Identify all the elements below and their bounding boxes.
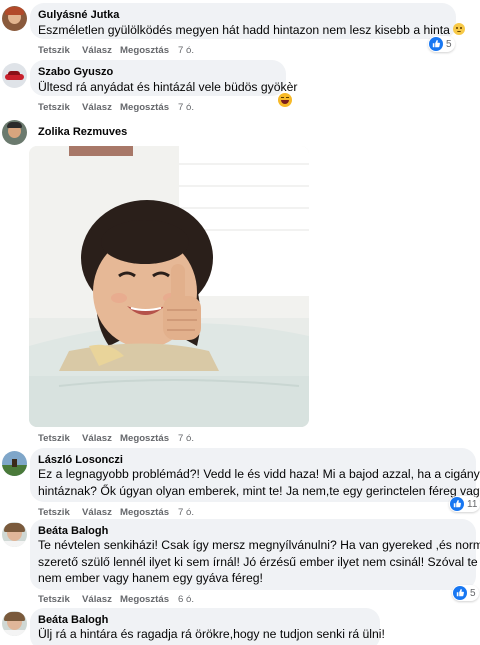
baby-thumbs-up-gif[interactable] (29, 146, 309, 427)
reply-link[interactable]: Válasz (82, 102, 112, 113)
comment-bubble: László Losonczi Ez a legnagyobb problémá… (30, 448, 480, 502)
share-link[interactable]: Megosztás (120, 102, 169, 113)
reaction-badge[interactable]: 11 (449, 496, 480, 512)
comment-bubble: Gulyásné Jutka Eszméletlen gyülölködés m… (30, 3, 465, 39)
reaction-badge[interactable]: 5 (428, 36, 455, 52)
comment-text: Te névtelen senkiházi! Csak így mersz me… (38, 537, 480, 587)
sad-emoji-icon (452, 23, 465, 35)
comment-actions: Tetszik Válasz Megosztás 7 ó. (38, 102, 238, 114)
reaction-count: 11 (467, 498, 478, 510)
reaction-count: 5 (470, 587, 476, 599)
comment-text-line: Ez a legnagyobb problémád?! Vedd le és v… (38, 467, 480, 481)
laughing-emoji-icon (278, 93, 292, 107)
share-link[interactable]: Megosztás (120, 594, 169, 605)
comment-bubble: Szabo Gyuszo Ültesd rá anyádat és hintáz… (30, 60, 297, 96)
avatar[interactable] (2, 6, 27, 31)
comment-bubble: Beáta Balogh Ülj rá a hintára és ragadja… (30, 608, 385, 645)
comment-timestamp[interactable]: 7 ó. (178, 45, 194, 56)
like-link[interactable]: Tetszik (38, 433, 70, 444)
avatar[interactable] (2, 451, 27, 476)
comment-timestamp[interactable]: 7 ó. (178, 102, 194, 113)
comment-author[interactable]: Beáta Balogh (38, 525, 108, 537)
like-icon (450, 497, 464, 511)
comment-text: Eszméletlen gyülölködés megyen hát hadd … (38, 22, 465, 39)
comment-actions: Tetszik Válasz Megosztás 6 ó. (38, 594, 238, 606)
comment-actions: Tetszik Válasz Megosztás 7 ó. (38, 507, 238, 519)
comment-author[interactable]: Szabo Gyuszo (38, 66, 113, 78)
like-link[interactable]: Tetszik (38, 594, 70, 605)
share-link[interactable]: Megosztás (120, 45, 169, 56)
like-link[interactable]: Tetszik (38, 102, 70, 113)
avatar[interactable] (2, 611, 27, 636)
comment-text-line: szerető szülő lennél ilyet ki sem írnál!… (38, 554, 478, 569)
comment-text-line: hintáznak? Ők úgyan olyan emberek, mint … (38, 483, 480, 498)
comment-text: Ültesd rá anyádat és hintázál vele büdös… (38, 80, 298, 94)
reaction-badge[interactable]: 5 (452, 585, 479, 601)
reply-link[interactable]: Válasz (82, 433, 112, 444)
share-link[interactable]: Megosztás (120, 433, 169, 444)
comment-bubble: Beáta Balogh Te névtelen senkiházi! Csak… (30, 519, 480, 590)
like-icon (453, 586, 467, 600)
reply-link[interactable]: Válasz (82, 507, 112, 518)
like-link[interactable]: Tetszik (38, 507, 70, 518)
comment-text-line: nem ember vagy hanem egy gyáva féreg! (38, 571, 263, 585)
avatar[interactable] (2, 120, 27, 145)
reply-link[interactable]: Válasz (82, 594, 112, 605)
reaction-count: 5 (446, 38, 452, 50)
comment-author[interactable]: Zolika Rezmuves (38, 126, 127, 138)
comment-author[interactable]: Beáta Balogh (38, 614, 108, 626)
comment-actions: Tetszik Válasz Megosztás 7 ó. (38, 433, 238, 445)
comment-text-line: Te névtelen senkiházi! Csak így mersz me… (38, 538, 480, 552)
comment-timestamp[interactable]: 7 ó. (178, 433, 194, 444)
like-link[interactable]: Tetszik (38, 45, 70, 56)
comment-timestamp[interactable]: 7 ó. (178, 507, 194, 518)
comment-text: Ülj rá a hintára és ragadja rá örökre,ho… (38, 627, 385, 641)
comment-author[interactable]: László Losonczi (38, 454, 123, 466)
reply-link[interactable]: Válasz (82, 45, 112, 56)
comment-text: Ez a legnagyobb problémád?! Vedd le és v… (38, 466, 480, 499)
avatar[interactable] (2, 522, 27, 547)
avatar[interactable] (2, 63, 27, 88)
comment-author[interactable]: Gulyásné Jutka (38, 9, 119, 21)
comment-actions: Tetszik Válasz Megosztás 7 ó. (38, 45, 238, 57)
like-icon (429, 37, 443, 51)
comment-timestamp[interactable]: 6 ó. (178, 594, 194, 605)
share-link[interactable]: Megosztás (120, 507, 169, 518)
